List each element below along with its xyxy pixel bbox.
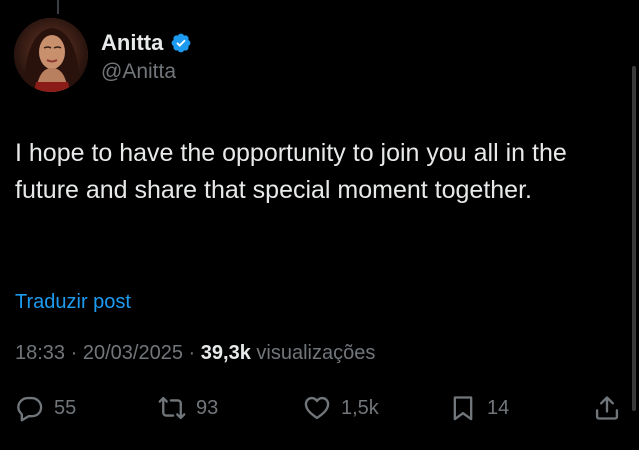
like-button[interactable]: 1,5k	[303, 392, 379, 424]
tweet-date[interactable]: 20/03/2025	[83, 342, 183, 364]
avatar-portrait	[14, 18, 88, 92]
bookmark-count: 14	[487, 396, 510, 419]
author-handle[interactable]: @Anitta	[101, 59, 176, 85]
repost-icon	[158, 396, 186, 420]
verified-badge-icon	[171, 33, 191, 53]
tweet-actions-bar: 55 93 1,5k 14	[0, 392, 639, 424]
bookmark-icon	[453, 396, 473, 421]
share-icon	[595, 396, 619, 420]
tweet-time[interactable]: 18:33	[15, 342, 65, 364]
bookmark-button[interactable]: 14	[449, 392, 509, 424]
reply-button[interactable]: 55	[16, 392, 76, 424]
share-button[interactable]	[593, 392, 621, 424]
thread-connector-line	[57, 0, 59, 14]
reply-count: 55	[54, 396, 77, 419]
translate-post-link[interactable]: Traduzir post	[15, 289, 131, 315]
views-count: 39,3k	[200, 342, 251, 364]
scrollbar[interactable]	[632, 66, 636, 411]
reply-icon	[17, 396, 43, 422]
tweet-metadata: 18:33 · 20/03/2025 · 39,3k visualizações	[15, 340, 375, 366]
heart-icon	[304, 396, 330, 420]
tweet-text: I hope to have the opportunity to join y…	[15, 139, 567, 204]
meta-separator: ·	[188, 342, 196, 364]
like-count: 1,5k	[341, 396, 379, 419]
author-display-name[interactable]: Anitta	[101, 30, 163, 56]
repost-button[interactable]: 93	[158, 392, 218, 424]
meta-separator: ·	[70, 342, 78, 364]
views-label: visualizações	[256, 342, 376, 364]
author-name-row[interactable]: Anitta	[101, 30, 192, 56]
avatar[interactable]	[14, 18, 88, 92]
repost-count: 93	[196, 396, 219, 419]
